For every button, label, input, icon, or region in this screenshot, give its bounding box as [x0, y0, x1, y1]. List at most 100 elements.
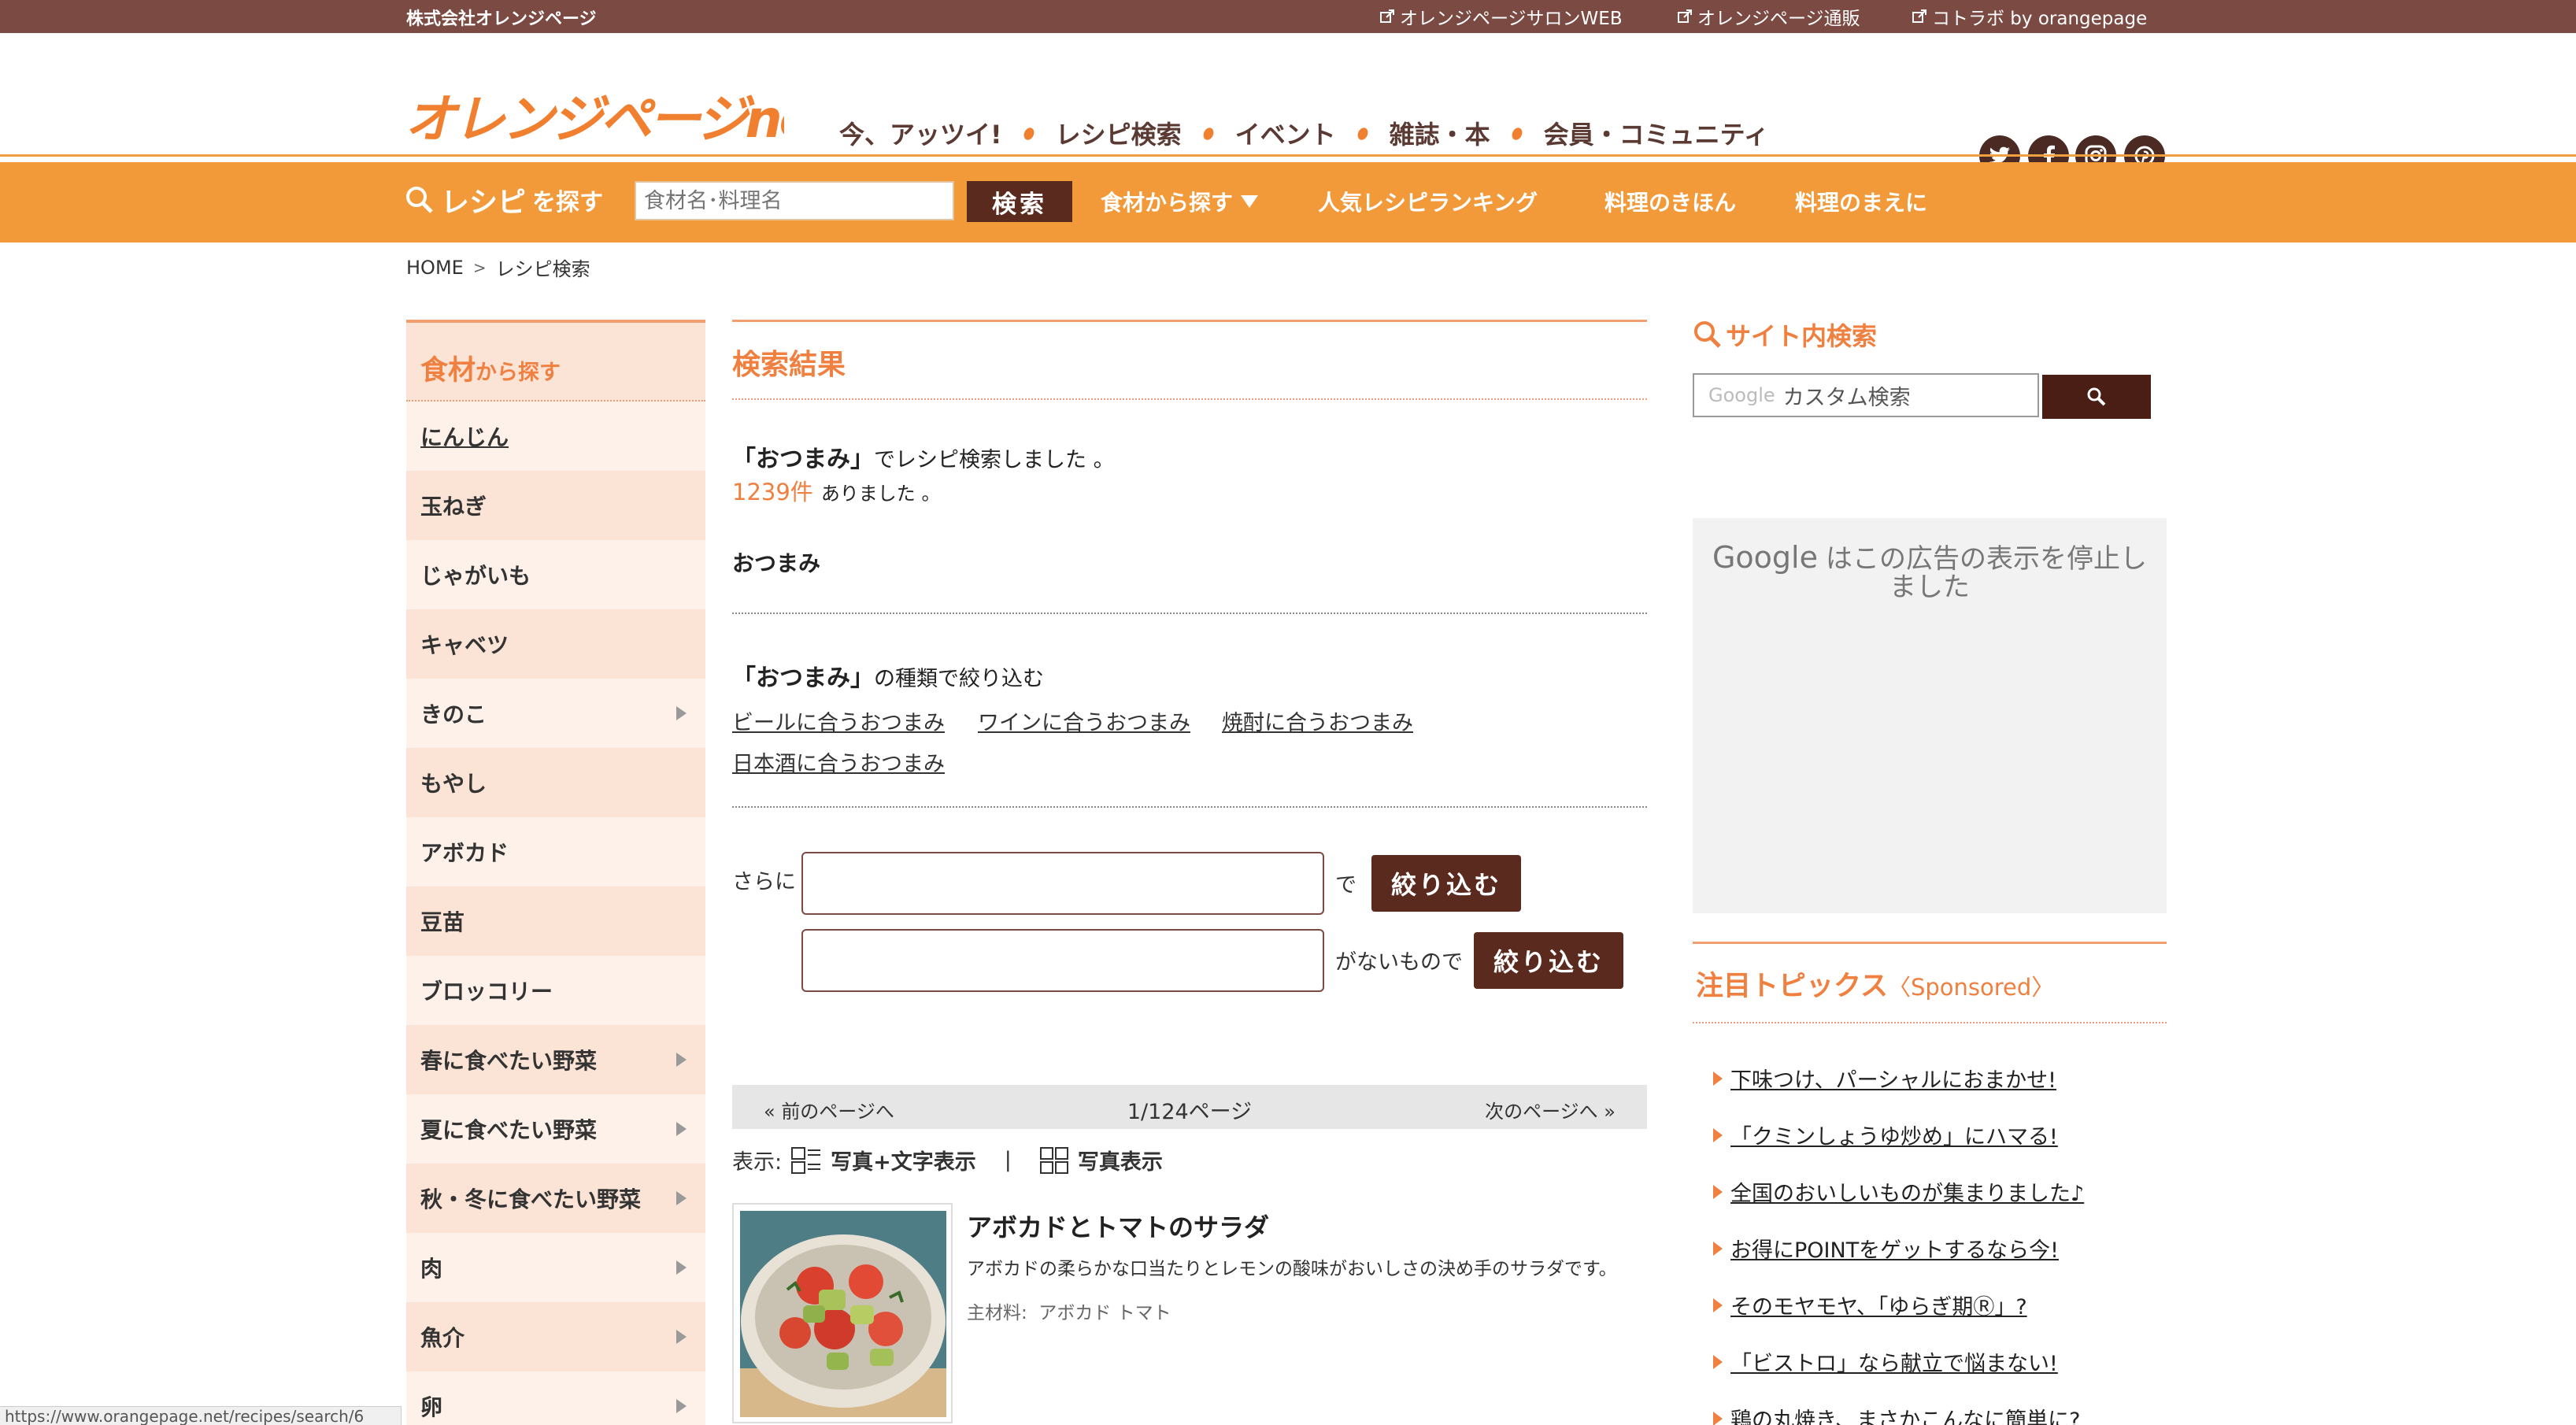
- view-grid-option[interactable]: 写真表示: [1078, 1145, 1163, 1175]
- result-count-suffix: ありました 。: [820, 483, 941, 505]
- topic-label: 「ビストロ」なら献立で悩まない!: [1730, 1352, 2058, 1376]
- recipe-search-input[interactable]: [635, 181, 954, 220]
- chevron-right-icon: [676, 1399, 687, 1413]
- filter-exclude-button[interactable]: 絞り込む: [1474, 932, 1623, 989]
- sidebar-item[interactable]: アボカド: [406, 817, 705, 886]
- view-toggle: 表示: 写真+文字表示 | 写真表示: [732, 1145, 1163, 1175]
- salad-photo: [740, 1211, 946, 1417]
- nav-hot-now[interactable]: 今、アッツイ!: [839, 115, 1002, 151]
- sidebar-item[interactable]: 春に食べたい野菜: [406, 1025, 705, 1094]
- chevron-right-icon: [676, 706, 687, 720]
- query-suffix: でレシピ検索しました 。: [874, 448, 1115, 472]
- recipe-search-button[interactable]: 検索: [967, 181, 1072, 222]
- list-view-icon[interactable]: [791, 1146, 821, 1174]
- sidebar-item[interactable]: じゃがいも: [406, 540, 705, 609]
- leaf-icon: [1203, 128, 1214, 140]
- narrow-heading: 「おつまみ」の種類で絞り込む: [732, 658, 1044, 693]
- topics-title-text: 注目トピックス: [1696, 971, 1888, 1002]
- divider: [1693, 1022, 2167, 1023]
- topic-link[interactable]: お得にPOINTをゲットするなら今!: [1713, 1233, 2059, 1264]
- narrow-link-wine[interactable]: ワインに合うおつまみ: [978, 705, 1190, 736]
- sidebar-item[interactable]: 秋・冬に食べたい野菜: [406, 1164, 705, 1233]
- sidebar-item[interactable]: にんじん: [406, 402, 705, 471]
- narrow-link-shochu[interactable]: 焼酎に合うおつまみ: [1222, 705, 1413, 736]
- salon-web-link[interactable]: オレンジページサロンWEB: [1379, 3, 1623, 30]
- filter-without-label: がないもので: [1335, 950, 1463, 975]
- sidebar-item[interactable]: 豆苗: [406, 886, 705, 956]
- company-name[interactable]: 株式会社オレンジページ: [406, 5, 597, 30]
- query-keyword: 「おつまみ」: [732, 446, 874, 473]
- before-cooking-link[interactable]: 料理のまえに: [1795, 186, 1927, 217]
- recipe-thumbnail[interactable]: [732, 1203, 953, 1423]
- sidebar-item[interactable]: ブロッコリー: [406, 956, 705, 1025]
- ranking-link[interactable]: 人気レシピランキング: [1318, 186, 1538, 217]
- triangle-bullet-icon: [1713, 1354, 1723, 1369]
- divider: [732, 806, 1647, 808]
- kotolabo-link[interactable]: コトラボ by orangepage: [1912, 3, 2147, 30]
- recipe-title[interactable]: アボカドとトマトのサラダ: [967, 1208, 1269, 1244]
- site-logo[interactable]: オレンジページnet: [405, 80, 784, 156]
- google-watermark: Google: [1708, 384, 1775, 406]
- ad-placeholder: Google はこの広告の表示を停止しました: [1693, 518, 2167, 913]
- narrow-link-beer[interactable]: ビールに合うおつまみ: [732, 705, 945, 736]
- site-search-title-text: サイト内検索: [1726, 321, 1878, 351]
- sidebar-item[interactable]: きのこ: [406, 679, 705, 748]
- search-bar-label: レシピ を探す: [405, 180, 603, 220]
- narrow-link-sake[interactable]: 日本酒に合うおつまみ: [732, 746, 945, 777]
- topic-link[interactable]: 「クミンしょうゆ炒め」にハマる!: [1713, 1120, 2058, 1150]
- sidebar-item[interactable]: 夏に食べたい野菜: [406, 1094, 705, 1164]
- nav-recipe-search[interactable]: レシピ検索: [1056, 115, 1182, 151]
- shop-link[interactable]: オレンジページ通販: [1677, 3, 1860, 30]
- sidebar-item[interactable]: キャベツ: [406, 609, 705, 679]
- result-title: 検索結果: [732, 349, 846, 381]
- cooking-basics-link[interactable]: 料理のきほん: [1604, 186, 1736, 217]
- view-list-option[interactable]: 写真+文字表示: [831, 1145, 976, 1175]
- sidebar-item-label: じゃがいも: [420, 563, 531, 589]
- sidebar-item[interactable]: 魚介: [406, 1302, 705, 1371]
- search-by-ingredient-link[interactable]: 食材から探す: [1101, 186, 1259, 217]
- ad-message-text: はこの広告の表示を停止しました: [1826, 543, 2147, 603]
- pager-next-link[interactable]: 次のページへ »: [1485, 1096, 1616, 1123]
- sidebar-item[interactable]: 肉: [406, 1233, 705, 1302]
- sidebar-item-label: 肉: [420, 1256, 443, 1282]
- topic-link[interactable]: 鶏の丸焼き、まさかこんなに簡単に?: [1713, 1403, 2080, 1425]
- filter-include-button[interactable]: 絞り込む: [1371, 855, 1521, 912]
- grid-view-icon[interactable]: [1039, 1146, 1068, 1174]
- filter-exclude-input[interactable]: [801, 929, 1324, 992]
- view-label: 表示:: [732, 1150, 783, 1175]
- search-icon: [1694, 321, 1721, 348]
- recipe-card[interactable]: アボカドとトマトのサラダ アボカドの柔らかな口当たりとレモンの酸味がおいしさの決…: [732, 1203, 1647, 1423]
- nav-member[interactable]: 会員・コミュニティ: [1544, 115, 1769, 151]
- search-by-ingredient-label: 食材から探す: [1101, 190, 1234, 216]
- search-icon: [2087, 387, 2106, 406]
- sidebar-item[interactable]: 卵: [406, 1371, 705, 1425]
- topic-link[interactable]: そのモヤモヤ、「ゆらぎ期Ⓡ」?: [1713, 1290, 2027, 1320]
- site-search-button[interactable]: [2042, 375, 2151, 419]
- topic-link[interactable]: 全国のおいしいものが集まりました♪: [1713, 1176, 2084, 1207]
- divider: [732, 613, 1647, 614]
- nav-magazine[interactable]: 雑誌・本: [1390, 115, 1490, 151]
- sidebar-item-label: 豆苗: [420, 909, 465, 935]
- site-search-input[interactable]: Google カスタム検索: [1693, 373, 2039, 417]
- sidebar-item-label: きのこ: [420, 701, 487, 727]
- sidebar-item[interactable]: 玉ねぎ: [406, 471, 705, 540]
- topic-link[interactable]: 「ビストロ」なら献立で悩まない!: [1713, 1346, 2058, 1377]
- filter-include-input[interactable]: [801, 852, 1324, 915]
- triangle-bullet-icon: [1713, 1071, 1723, 1086]
- leaf-icon: [1512, 128, 1523, 140]
- sidebar-item[interactable]: もやし: [406, 748, 705, 817]
- topic-link[interactable]: 下味つけ、パーシャルにおまかせ!: [1713, 1063, 2056, 1094]
- sidebar-item-label: 卵: [420, 1394, 443, 1420]
- ad-google-label: Google: [1712, 540, 1818, 575]
- breadcrumb-home[interactable]: HOME: [406, 257, 464, 279]
- sidebar-heading: 食材から探す: [406, 320, 705, 402]
- top-utility-bar: 株式会社オレンジページ オレンジページサロンWEB オレンジページ通販 コトラボ…: [0, 0, 2576, 33]
- shop-label: オレンジページ通販: [1697, 9, 1860, 29]
- triangle-bullet-icon: [1713, 1411, 1723, 1425]
- nav-event[interactable]: イベント: [1235, 115, 1336, 151]
- pager-prev-link[interactable]: « 前のページへ: [764, 1096, 894, 1123]
- narrow-suffix: の種類で絞り込む: [874, 667, 1044, 691]
- ad-stopped-message: Google はこの広告の表示を停止しました: [1693, 540, 2167, 603]
- sidebar-item-label: ブロッコリー: [420, 979, 553, 1005]
- main-top-divider: [732, 320, 1647, 322]
